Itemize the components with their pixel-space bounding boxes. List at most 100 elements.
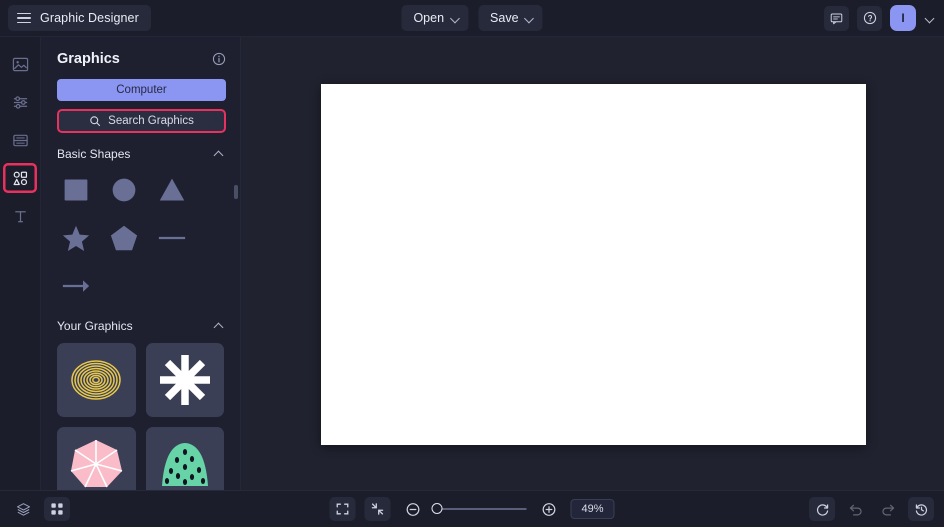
collapse-screen-icon bbox=[371, 503, 384, 515]
account-chevron-down-icon[interactable] bbox=[924, 12, 936, 24]
triangle-icon bbox=[159, 178, 185, 201]
graphics-panel: Graphics Computer Search Graphics Basic … bbox=[41, 37, 241, 490]
computer-source-button[interactable]: Computer bbox=[57, 79, 226, 101]
sidebar-item-layout-tool[interactable] bbox=[3, 125, 37, 155]
section-title: Your Graphics bbox=[57, 319, 133, 333]
bottom-toolbar: 49% bbox=[0, 490, 944, 527]
layers-button[interactable] bbox=[10, 497, 36, 521]
hamburger-icon bbox=[17, 12, 31, 24]
zoom-in-button[interactable] bbox=[536, 497, 562, 521]
starburst-icon bbox=[159, 355, 210, 405]
green-dotted-dome-icon bbox=[161, 443, 208, 486]
graphic-green-dotted-dome[interactable] bbox=[145, 427, 224, 490]
square-shape[interactable] bbox=[57, 171, 95, 209]
section-header-basic-shapes[interactable]: Basic Shapes bbox=[41, 133, 240, 161]
fit-screen-icon bbox=[336, 503, 349, 515]
app-body: Graphics Computer Search Graphics Basic … bbox=[0, 37, 944, 490]
plus-circle-icon bbox=[542, 502, 555, 516]
undo-button[interactable] bbox=[842, 497, 868, 521]
save-label: Save bbox=[490, 11, 519, 25]
shapes-icon bbox=[13, 171, 27, 185]
zoom-slider[interactable] bbox=[431, 503, 527, 515]
pentagon-shape[interactable] bbox=[105, 219, 143, 257]
app-title: Graphic Designer bbox=[40, 11, 139, 25]
basic-shapes-grid bbox=[41, 161, 240, 305]
star-shape[interactable] bbox=[57, 219, 95, 257]
history-icon bbox=[915, 503, 927, 516]
sidebar-item-image-tool[interactable] bbox=[3, 49, 37, 79]
info-circle-icon[interactable] bbox=[212, 52, 226, 66]
chevron-up-icon[interactable] bbox=[214, 149, 224, 159]
image-icon bbox=[12, 57, 28, 71]
app-menu-button[interactable]: Graphic Designer bbox=[8, 5, 151, 31]
chevron-down-icon bbox=[451, 14, 459, 22]
concentric-rings-icon bbox=[71, 360, 121, 400]
tool-rail bbox=[0, 37, 41, 490]
app-header: Graphic Designer Open Save I bbox=[0, 0, 944, 37]
triangle-shape[interactable] bbox=[153, 171, 191, 209]
arrow-icon bbox=[62, 280, 90, 292]
section-header-your-graphics[interactable]: Your Graphics bbox=[41, 305, 240, 333]
comment-icon bbox=[830, 13, 843, 24]
panel-header: Graphics bbox=[41, 37, 240, 67]
graphic-concentric-rings[interactable] bbox=[57, 343, 136, 417]
square-icon bbox=[64, 179, 88, 201]
avatar[interactable]: I bbox=[890, 5, 916, 31]
app-window: Graphic Designer Open Save I Graphics Co… bbox=[0, 0, 944, 527]
sliders-icon bbox=[13, 95, 27, 109]
header-center-tools: Open Save bbox=[401, 5, 543, 31]
zoom-level-readout[interactable]: 49% bbox=[570, 499, 615, 519]
grid-icon bbox=[51, 503, 63, 515]
your-graphics-grid bbox=[41, 333, 240, 490]
canvas-area[interactable] bbox=[241, 37, 944, 490]
header-right-tools: I bbox=[824, 5, 936, 31]
redo-button[interactable] bbox=[875, 497, 901, 521]
open-label: Open bbox=[413, 11, 445, 25]
text-icon bbox=[14, 210, 26, 222]
pentagon-icon bbox=[110, 225, 138, 251]
sidebar-item-graphics-tool[interactable] bbox=[3, 163, 37, 193]
layout-icon bbox=[12, 134, 28, 146]
comment-button[interactable] bbox=[824, 5, 849, 31]
zoom-controls: 49% bbox=[329, 497, 615, 521]
line-icon bbox=[158, 236, 186, 240]
chevron-up-icon[interactable] bbox=[214, 321, 224, 331]
fit-screen-button[interactable] bbox=[329, 497, 356, 521]
circle-icon bbox=[112, 178, 136, 202]
sidebar-item-text-tool[interactable] bbox=[3, 201, 37, 231]
undo-icon bbox=[849, 504, 862, 515]
bottom-left-tools bbox=[10, 497, 70, 521]
section-title: Basic Shapes bbox=[57, 147, 131, 161]
grid-view-button[interactable] bbox=[44, 497, 70, 521]
layers-icon bbox=[16, 502, 30, 516]
pink-segmented-polygon-icon bbox=[71, 440, 123, 488]
history-button[interactable] bbox=[908, 497, 934, 521]
graphic-pink-segmented-polygon[interactable] bbox=[57, 427, 136, 490]
help-button[interactable] bbox=[857, 5, 882, 31]
zoom-slider-thumb[interactable] bbox=[431, 503, 443, 515]
save-button[interactable]: Save bbox=[478, 5, 543, 31]
panel-scroll-region: Basic Shapes Your Graphics bbox=[41, 133, 240, 490]
search-icon bbox=[90, 116, 101, 127]
line-shape[interactable] bbox=[153, 219, 191, 257]
help-circle-icon bbox=[863, 11, 876, 25]
redo-icon bbox=[881, 504, 894, 515]
star-icon bbox=[62, 225, 90, 251]
graphic-starburst[interactable] bbox=[145, 343, 224, 417]
sidebar-item-adjust-tool[interactable] bbox=[3, 87, 37, 117]
minus-circle-icon bbox=[406, 502, 419, 516]
collapse-screen-button[interactable] bbox=[364, 497, 391, 521]
avatar-initial: I bbox=[901, 11, 905, 25]
arrow-shape[interactable] bbox=[57, 267, 95, 305]
refresh-icon bbox=[816, 503, 828, 516]
history-controls bbox=[809, 497, 934, 521]
search-placeholder-text: Search Graphics bbox=[108, 115, 194, 127]
panel-scrollbar[interactable] bbox=[234, 185, 238, 199]
open-button[interactable]: Open bbox=[401, 5, 469, 31]
zoom-out-button[interactable] bbox=[400, 497, 426, 521]
reset-button[interactable] bbox=[809, 497, 835, 521]
chevron-down-icon bbox=[526, 14, 534, 22]
circle-shape[interactable] bbox=[105, 171, 143, 209]
search-graphics-input[interactable]: Search Graphics bbox=[57, 109, 226, 133]
canvas-page[interactable] bbox=[321, 84, 866, 445]
